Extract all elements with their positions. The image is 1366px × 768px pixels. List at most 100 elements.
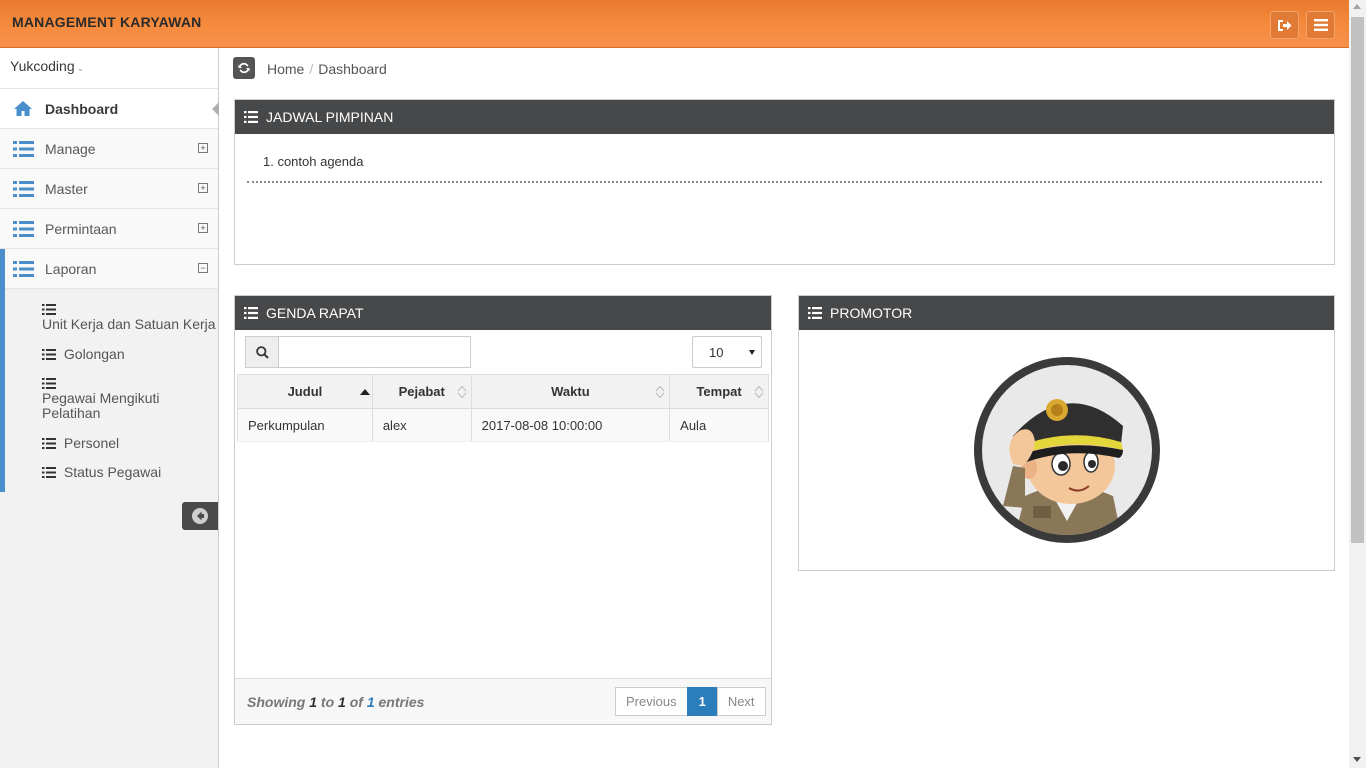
list-icon [808, 307, 822, 319]
sidebar-item-label: Manage [45, 140, 96, 157]
column-header-waktu[interactable]: Waktu [470, 374, 671, 409]
sign-out-icon [1278, 19, 1292, 31]
menu-toggle-button[interactable] [1306, 11, 1335, 39]
collapse-icon[interactable]: − [198, 263, 208, 273]
sidebar-item-laporan[interactable]: Laporan − [5, 249, 218, 289]
sort-both-icon [457, 385, 467, 399]
submenu-item-golongan[interactable]: Golongan [5, 332, 218, 362]
scrollbar-thumb[interactable] [1351, 17, 1364, 543]
list-icon [42, 436, 58, 449]
table-cell: alex [371, 408, 472, 442]
sort-both-icon [655, 385, 665, 399]
promotor-panel: PROMOTOR [798, 295, 1335, 571]
list-item: 1. contoh agenda [247, 154, 1322, 183]
submenu-item-label: Golongan [63, 346, 125, 362]
breadcrumb-home-link[interactable]: Home [267, 61, 304, 77]
sidebar-item-manage[interactable]: Manage + [0, 129, 218, 169]
column-header-judul[interactable]: Judul [237, 374, 373, 409]
submenu-item-pelatihan[interactable]: Pegawai Mengikuti Pelatihan [5, 362, 218, 421]
expand-icon[interactable]: + [198, 183, 208, 193]
submenu-item-status-pegawai[interactable]: Status Pegawai [5, 451, 218, 480]
list-icon [244, 111, 258, 123]
chevron-down-icon: ⌄ [76, 63, 85, 73]
agenda-list: 1. contoh agenda [235, 134, 1334, 183]
home-icon [13, 100, 35, 118]
user-dropdown[interactable]: Yukcoding ⌄ [0, 48, 218, 89]
list-icon [42, 465, 58, 478]
panel-title: GENDA RAPAT [266, 305, 364, 321]
hamburger-icon [1313, 19, 1328, 31]
list-icon [13, 220, 35, 238]
arrow-circle-left-icon [192, 508, 208, 524]
panel-header: JADWAL PIMPINAN [235, 100, 1334, 134]
table-header-row: Judul Pejabat Waktu Tempat [237, 374, 769, 409]
police-mascot-image [974, 357, 1160, 543]
scroll-down-arrow-icon[interactable] [1353, 757, 1361, 762]
sidebar-group-laporan: Laporan − Unit Kerja dan Satuan Kerja Go… [0, 249, 218, 492]
submenu-item-personel[interactable]: Personel [5, 421, 218, 451]
sidebar-item-master[interactable]: Master + [0, 169, 218, 209]
sidebar-item-permintaan[interactable]: Permintaan + [0, 209, 218, 249]
refresh-button[interactable] [233, 57, 255, 79]
list-icon [13, 140, 35, 158]
page-length-select[interactable]: 10 [692, 336, 762, 368]
page-1-button[interactable]: 1 [686, 687, 718, 716]
submenu-item-label: Status Pegawai [63, 464, 162, 480]
expand-icon[interactable]: + [198, 143, 208, 153]
refresh-icon [238, 62, 250, 74]
pagination: Previous 1 Next [615, 687, 766, 716]
list-icon [13, 180, 35, 198]
laporan-submenu: Unit Kerja dan Satuan Kerja Golongan Peg… [5, 289, 218, 492]
table-footer: Showing 1 to 1 of 1 entries Previous 1 N… [235, 678, 771, 724]
sort-asc-icon [359, 389, 370, 395]
panel-header: GENDA RAPAT [235, 296, 771, 330]
sidebar-collapse-button[interactable] [182, 502, 218, 530]
sidebar: Yukcoding ⌄ Dashboard Manage + Master + P… [0, 48, 219, 768]
table-row[interactable]: Perkumpulan alex 2017-08-08 10:00:00 Aul… [237, 408, 769, 442]
submenu-item-label: Pegawai Mengikuti Pelatihan [42, 390, 160, 421]
table-search [245, 336, 471, 368]
list-icon [244, 307, 258, 319]
previous-page-button[interactable]: Previous [615, 687, 688, 716]
page-scrollbar[interactable] [1349, 0, 1366, 768]
sidebar-item-dashboard[interactable]: Dashboard [0, 89, 219, 129]
logout-button[interactable] [1270, 11, 1299, 39]
sort-both-icon [754, 385, 764, 399]
table-cell: Perkumpulan [237, 408, 373, 442]
panel-title: PROMOTOR [830, 305, 913, 321]
panel-title: JADWAL PIMPINAN [266, 109, 394, 125]
panel-header: PROMOTOR [799, 296, 1334, 330]
scroll-up-arrow-icon[interactable] [1353, 4, 1361, 9]
column-header-pejabat[interactable]: Pejabat [371, 374, 472, 409]
search-icon [246, 337, 279, 367]
sidebar-item-label: Master [45, 180, 88, 197]
top-navbar: MANAGEMENT KARYAWAN [0, 0, 1349, 48]
sidebar-item-label: Laporan [45, 260, 97, 277]
submenu-item-label: Unit Kerja dan Satuan Kerja [42, 316, 216, 332]
chevron-down-icon [749, 350, 755, 355]
search-input[interactable] [279, 337, 470, 367]
app-brand[interactable]: MANAGEMENT KARYAWAN [12, 14, 201, 30]
table-info: Showing 1 to 1 of 1 entries [247, 694, 425, 710]
list-icon [42, 376, 58, 389]
page-length-value: 10 [709, 345, 724, 360]
genda-rapat-panel: GENDA RAPAT 10 Judul Pejabat Waktu Tempa… [234, 295, 772, 725]
table-cell: Aula [669, 408, 769, 442]
expand-icon[interactable]: + [198, 223, 208, 233]
genda-table: Judul Pejabat Waktu Tempat Perkumpulan a… [237, 374, 769, 442]
column-header-tempat[interactable]: Tempat [669, 374, 769, 409]
list-icon [13, 260, 35, 278]
sidebar-item-label: Permintaan [45, 220, 117, 237]
list-icon [42, 347, 58, 360]
next-page-button[interactable]: Next [716, 687, 766, 716]
list-icon [42, 302, 58, 315]
breadcrumb: Home / Dashboard [267, 61, 387, 77]
submenu-item-unit-kerja[interactable]: Unit Kerja dan Satuan Kerja [5, 295, 218, 332]
table-cell: 2017-08-08 10:00:00 [470, 408, 671, 442]
sidebar-item-label: Dashboard [45, 100, 119, 117]
jadwal-pimpinan-panel: JADWAL PIMPINAN 1. contoh agenda [234, 99, 1335, 265]
breadcrumb-separator: / [309, 61, 314, 77]
breadcrumb-current: Dashboard [318, 61, 387, 77]
submenu-item-label: Personel [63, 435, 120, 451]
active-pointer [212, 102, 219, 116]
